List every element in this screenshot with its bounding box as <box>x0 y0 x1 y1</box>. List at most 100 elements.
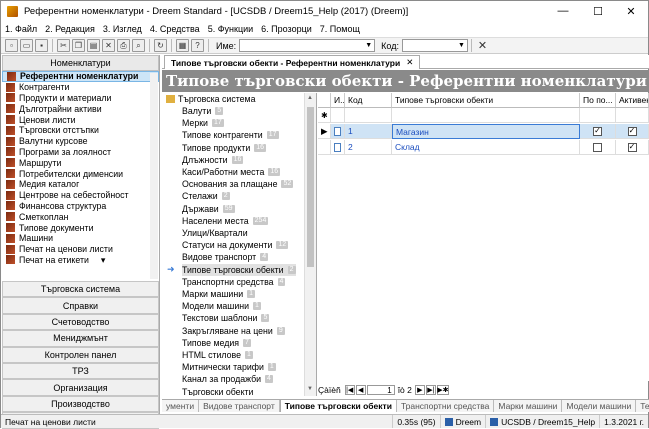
open-folder-icon[interactable]: ▭ <box>20 39 33 52</box>
menu-item[interactable]: 6. Прозорци <box>257 24 316 34</box>
nav-section[interactable]: Организация <box>2 379 159 396</box>
nav-item[interactable]: Референтни номенклатури <box>2 71 159 82</box>
bottom-tab[interactable]: Типове търговски обекти <box>279 400 397 412</box>
nav-item[interactable]: Маршрути <box>2 157 159 168</box>
close-icon[interactable]: ✕ <box>406 57 413 68</box>
bottom-tab[interactable]: ументи <box>162 400 200 412</box>
row-name[interactable]: Склад <box>392 140 580 155</box>
row-indicator[interactable]: ▶ <box>318 124 331 139</box>
nav-section[interactable]: ТРЗ <box>2 362 159 380</box>
row-code[interactable]: 2 <box>345 140 392 155</box>
nav-item[interactable]: Типове документи <box>2 222 159 233</box>
tree-item[interactable]: Стелажи 2 <box>182 190 230 202</box>
tree-item[interactable]: Текстови шаблони 5 <box>182 312 270 324</box>
bottom-tab[interactable]: Марки машини <box>494 400 563 412</box>
tree-item[interactable]: Канал за продажби 4 <box>182 373 273 385</box>
last-record-button[interactable]: ▶| <box>425 384 436 395</box>
maximize-button[interactable]: ☐ <box>581 1 615 21</box>
tree-item[interactable]: Основания за плащане 52 <box>182 178 294 190</box>
active-checkbox[interactable]: ✓ <box>627 126 637 136</box>
refresh-icon[interactable]: ↻ <box>154 39 167 52</box>
filter-cell[interactable] <box>616 108 649 123</box>
record-number-input[interactable]: 1 <box>366 384 395 395</box>
default-checkbox-cell[interactable] <box>580 140 616 155</box>
nav-section[interactable]: Производство <box>2 395 159 413</box>
bottom-tab[interactable]: Видове транспорт <box>199 400 280 412</box>
nav-item[interactable]: Потребителски дименсии <box>2 168 159 179</box>
tree-item[interactable]: Длъжности 16 <box>182 154 244 166</box>
tree-scrollbar[interactable]: ▲ ▼ <box>304 93 316 396</box>
nav-scrollbar[interactable] <box>150 73 158 279</box>
tree-item[interactable]: Типове контрагенти 17 <box>182 129 279 141</box>
row-indicator[interactable] <box>318 140 331 155</box>
nav-item[interactable]: Дълготрайни активи <box>2 103 159 114</box>
filter-cell[interactable] <box>345 108 392 123</box>
tree-item[interactable]: Населени места 254 <box>182 215 269 227</box>
tree-item[interactable]: ➜ Типове търговски обекти 2 <box>167 263 296 276</box>
scroll-thumb[interactable] <box>307 107 314 267</box>
tree-item[interactable]: Валути 5 <box>182 105 224 117</box>
new-document-icon[interactable]: ▫ <box>5 39 18 52</box>
print-preview-icon[interactable]: ⌕ <box>132 39 145 52</box>
cut-icon[interactable]: ✂ <box>57 39 70 52</box>
default-checkbox[interactable]: ✓ <box>593 126 602 136</box>
tree-root[interactable]: Търговска система <box>166 93 256 105</box>
scroll-down-icon[interactable]: ▼ <box>307 386 314 394</box>
tree-item[interactable]: Митнически тарифи 1 <box>182 361 276 373</box>
filter-cell[interactable] <box>331 108 345 123</box>
nav-item[interactable]: Печат на етикети ▾ <box>2 255 159 266</box>
bottom-tab[interactable]: Тек <box>636 400 649 412</box>
clear-filter-button[interactable]: ✕ <box>476 39 489 52</box>
filter-cell[interactable] <box>580 108 616 123</box>
save-icon[interactable]: ▪ <box>35 39 48 52</box>
calendar-icon[interactable]: ▦ <box>176 39 189 52</box>
scroll-up-icon[interactable]: ▲ <box>307 95 314 103</box>
tree-item[interactable]: Видове транспорт 4 <box>182 251 269 263</box>
first-record-button[interactable]: |◀ <box>344 384 355 395</box>
default-checkbox-cell[interactable]: ✓ <box>580 124 616 139</box>
default-checkbox[interactable] <box>593 142 602 152</box>
tree-item[interactable]: Държави 59 <box>182 203 235 215</box>
active-checkbox-cell[interactable]: ✓ <box>616 140 649 155</box>
tree-item[interactable]: Закръгляване на цени 9 <box>182 325 285 337</box>
menu-item[interactable]: 1. Файл <box>1 24 41 34</box>
bottom-tab[interactable]: Транспортни средства <box>397 400 495 412</box>
menu-item[interactable]: 4. Средства <box>146 24 204 34</box>
nav-item[interactable]: Медия каталог <box>2 179 159 190</box>
copy-icon[interactable]: ❐ <box>72 39 85 52</box>
nav-item[interactable]: Контрагенти <box>2 82 159 93</box>
nav-item[interactable]: Ценови листи <box>2 114 159 125</box>
tree-item[interactable]: Типове медия 7 <box>182 337 251 349</box>
tree-item[interactable]: Статуси на документи 12 <box>182 239 289 251</box>
nav-item[interactable]: Машини <box>2 233 159 244</box>
column-header[interactable]: Код <box>345 93 392 108</box>
tree-item[interactable]: Типове продукти 16 <box>182 142 267 154</box>
tree-item[interactable]: HTML стилове 1 <box>182 349 253 361</box>
menu-item[interactable]: 3. Изглед <box>99 24 146 34</box>
prev-record-button[interactable]: ◀ <box>355 384 366 395</box>
new-record-button[interactable]: ▶✱ <box>436 384 449 395</box>
nav-item[interactable]: Валутни курсове <box>2 136 159 147</box>
tree-item[interactable]: Модели машини 1 <box>182 300 261 312</box>
nav-item[interactable]: Програми за лоялност <box>2 147 159 158</box>
print-icon[interactable]: ⎙ <box>117 39 130 52</box>
paste-icon[interactable]: ▤ <box>87 39 100 52</box>
nav-item[interactable]: Финансова структура <box>2 201 159 212</box>
active-checkbox-cell[interactable]: ✓ <box>616 124 649 139</box>
menu-item[interactable]: 5. Функции <box>204 24 257 34</box>
tree-item[interactable]: Каси/Работни места 16 <box>182 166 281 178</box>
nav-section[interactable]: Счетоводство <box>2 313 159 331</box>
column-header[interactable]: Типове търговски обекти <box>392 93 580 108</box>
next-record-button[interactable]: ▶ <box>414 384 425 395</box>
menu-item[interactable]: 7. Помощ <box>316 24 364 34</box>
menu-item[interactable]: 2. Редакция <box>41 24 99 34</box>
nav-item[interactable]: Търговски отстъпки <box>2 125 159 136</box>
chevron-down-icon[interactable]: ▾ <box>101 255 105 265</box>
close-button[interactable]: ✕ <box>614 1 648 21</box>
nav-section[interactable]: Търговска система <box>2 281 159 298</box>
nav-section[interactable]: Мениджмънт <box>2 330 159 347</box>
filter-cell[interactable] <box>392 108 580 123</box>
active-checkbox[interactable]: ✓ <box>627 142 637 152</box>
column-header[interactable]: Активен <box>616 93 649 108</box>
tree-item[interactable]: Транспортни средства 4 <box>182 276 286 288</box>
